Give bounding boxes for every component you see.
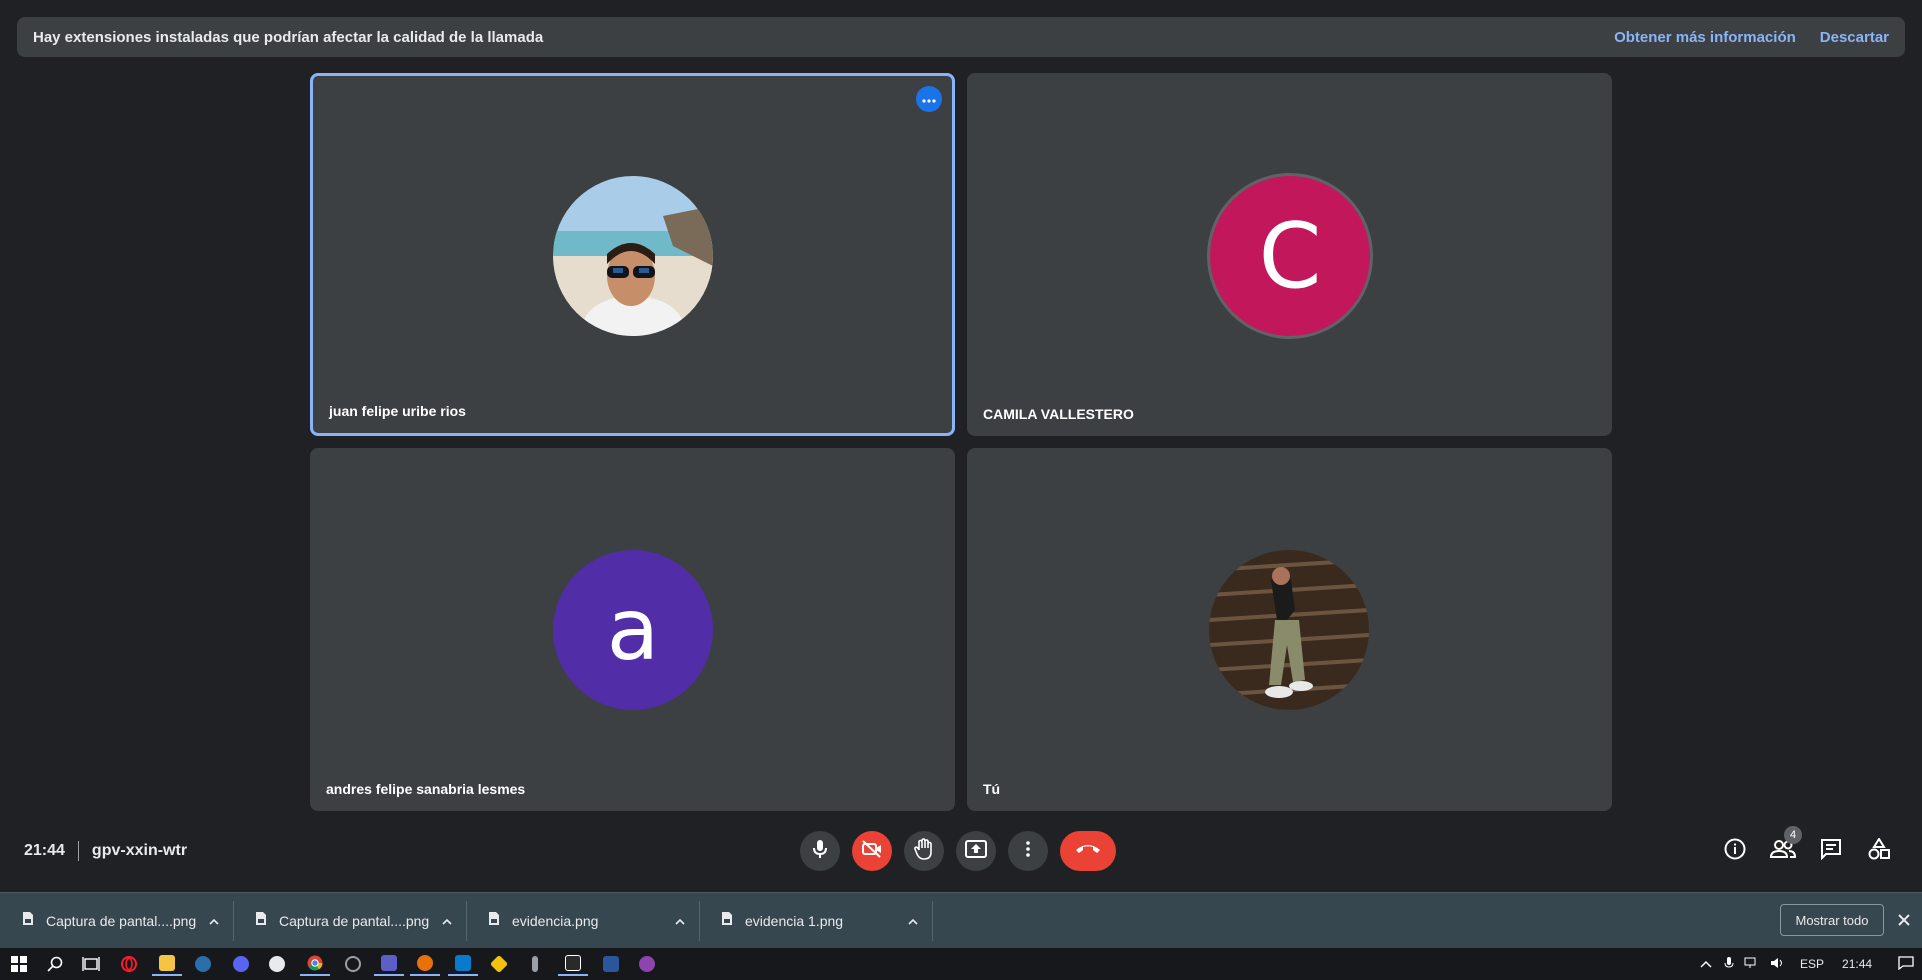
windows-start-icon[interactable] [4,952,34,976]
chat-button[interactable] [1816,836,1846,866]
download-filename: evidencia 1.png [745,913,844,929]
download-item[interactable]: evidencia.png [468,901,700,941]
close-shelf-button[interactable] [1894,910,1914,930]
git-app-icon[interactable] [484,952,514,976]
input-language[interactable]: ESP [1800,957,1824,971]
close-icon [1894,914,1914,934]
present-icon [965,839,987,863]
participant-tile[interactable]: a andres felipe sanabria lesmes [310,448,955,811]
chrome-icon[interactable] [300,952,330,976]
download-item[interactable]: Captura de pantal....png [2,901,234,941]
windows-taskbar: ESP 21:44 [0,948,1922,980]
app-info-icon[interactable] [262,952,292,976]
present-screen-button[interactable] [956,831,996,871]
chevron-up-icon[interactable] [209,912,219,930]
participant-name: juan felipe uribe rios [329,403,466,419]
shapes-icon [1868,836,1890,865]
participant-avatar-photo [553,176,713,336]
activities-button[interactable] [1864,836,1894,866]
file-explorer-icon[interactable] [152,952,182,976]
learn-more-link[interactable]: Obtener más información [1614,29,1796,46]
avatar-letter: C [1258,203,1322,309]
more-horiz-icon [922,90,936,108]
vscode-icon[interactable] [448,952,478,976]
info-icon [1724,838,1746,865]
image-file-icon [721,911,733,931]
github-desktop-icon[interactable] [632,952,662,976]
download-filename: Captura de pantal....png [46,913,197,929]
image-file-icon [22,911,34,931]
participants-count-badge: 4 [1784,826,1802,844]
word-icon[interactable] [596,952,626,976]
meet-window: Hay extensiones instaladas que podrían a… [0,0,1922,980]
self-name: Tú [983,781,1001,797]
more-options-button[interactable] [1008,831,1048,871]
microphone-tray-icon[interactable] [1724,956,1734,973]
epic-games-icon[interactable] [558,952,588,976]
volume-icon[interactable] [1770,957,1786,972]
task-view-icon[interactable] [76,952,106,976]
more-options-button[interactable] [916,86,942,112]
self-avatar-photo [1209,550,1369,710]
download-item[interactable]: evidencia 1.png [701,901,933,941]
download-filename: Captura de pantal....png [279,913,430,929]
search-icon[interactable] [40,952,70,976]
orange-app-icon[interactable] [410,952,440,976]
call-end-icon [1075,842,1101,860]
teams-icon[interactable] [374,952,404,976]
steam-icon[interactable] [188,952,218,976]
microphone-button[interactable] [800,831,840,871]
self-tile[interactable]: Tú [967,448,1612,811]
camera-off-button[interactable] [852,831,892,871]
chevron-up-icon[interactable] [1700,957,1712,971]
download-filename: evidencia.png [512,913,599,929]
more-vert-icon [1026,840,1030,862]
participant-tile[interactable]: juan felipe uribe rios [310,73,955,436]
raise-hand-button[interactable] [904,831,944,871]
opera-icon[interactable] [114,952,144,976]
show-all-downloads-button[interactable]: Mostrar todo [1780,904,1884,936]
mic-icon [811,839,829,864]
download-item[interactable]: Captura de pantal....png [235,901,467,941]
dismiss-banner-link[interactable]: Descartar [1820,29,1889,46]
chevron-up-icon[interactable] [442,912,452,930]
app-circle-icon[interactable] [338,952,368,976]
extensions-warning-banner: Hay extensiones instaladas que podrían a… [17,17,1905,57]
meeting-info: 21:44 gpv-xxin-wtr [24,840,187,862]
audio-app-icon[interactable] [520,952,550,976]
discord-icon[interactable] [226,952,256,976]
separator [77,841,79,861]
leave-call-button[interactable] [1060,831,1116,871]
meeting-details-button[interactable] [1720,836,1750,866]
avatar-letter: a [606,580,660,680]
system-tray: ESP 21:44 [1700,948,1914,980]
meeting-time: 21:44 [24,842,65,859]
banner-message: Hay extensiones instaladas que podrían a… [33,28,544,46]
image-file-icon [255,911,267,931]
participants-button[interactable]: 4 [1768,826,1802,866]
participant-name: andres felipe sanabria lesmes [326,781,526,797]
participant-name: CAMILA VALLESTERO [983,406,1134,422]
network-icon[interactable] [1744,957,1760,972]
participant-avatar-letter: C [1207,173,1373,339]
chevron-up-icon[interactable] [675,912,685,930]
downloads-shelf: Captura de pantal....png Captura de pant… [0,892,1922,948]
notifications-icon[interactable] [1898,955,1914,973]
chevron-up-icon[interactable] [908,912,918,930]
hand-icon [914,837,934,865]
image-file-icon [488,911,500,931]
participant-avatar-letter: a [553,550,713,710]
chat-icon [1820,838,1842,865]
taskbar-clock[interactable]: 21:44 [1842,957,1872,971]
videocam-off-icon [861,839,883,863]
meeting-code: gpv-xxin-wtr [91,842,188,859]
participant-tile[interactable]: C CAMILA VALLESTERO [967,73,1612,436]
